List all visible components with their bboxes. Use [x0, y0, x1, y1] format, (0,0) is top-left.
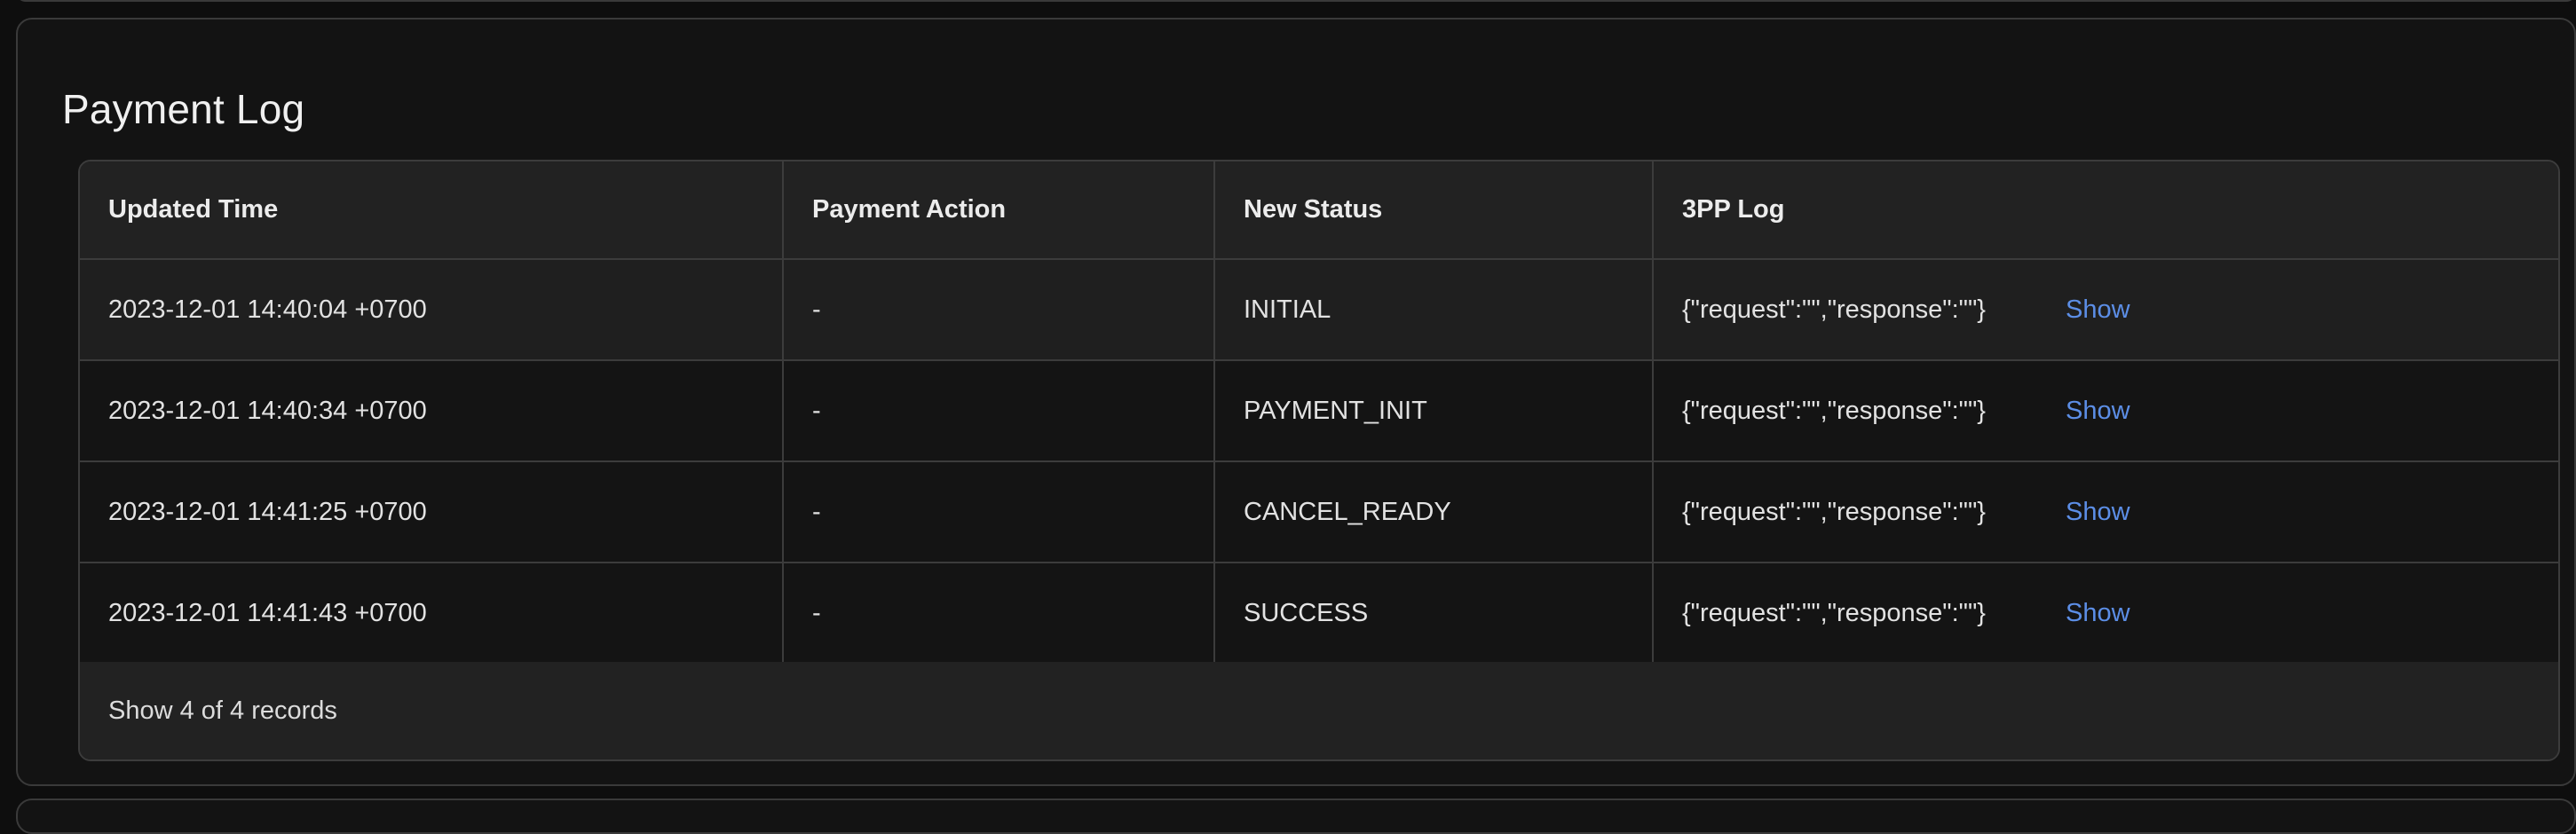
updated-time-cell: 2023-12-01 14:41:25 +0700: [80, 461, 784, 563]
next-card: [16, 799, 2576, 834]
log-text: {"request":"","response":""}: [1682, 396, 1986, 425]
table-row: 2023-12-01 14:41:43 +0700 - SUCCESS {"re…: [80, 563, 2558, 665]
payment-action-cell: -: [783, 461, 1215, 563]
show-log-link[interactable]: Show: [2066, 599, 2130, 627]
updated-time-cell: 2023-12-01 14:41:43 +0700: [80, 563, 784, 665]
column-header-3pp-log: 3PP Log: [1653, 161, 2558, 260]
show-log-link[interactable]: Show: [2066, 498, 2130, 526]
table-header-row: Updated Time Payment Action New Status 3…: [80, 161, 2558, 260]
page-title: Payment Log: [62, 86, 305, 132]
log-text: {"request":"","response":""}: [1682, 598, 1986, 627]
table-row: 2023-12-01 14:40:04 +0700 - INITIAL {"re…: [80, 259, 2558, 361]
table-row: 2023-12-01 14:41:25 +0700 - CANCEL_READY…: [80, 461, 2558, 563]
log-cell: {"request":"","response":""} Show: [1653, 360, 2558, 462]
payment-log-table: Updated Time Payment Action New Status 3…: [78, 160, 2560, 761]
new-status-cell: CANCEL_READY: [1214, 461, 1654, 563]
show-log-link[interactable]: Show: [2066, 295, 2130, 324]
previous-card: [16, 0, 2576, 2]
show-log-link[interactable]: Show: [2066, 397, 2130, 425]
payment-action-cell: -: [783, 259, 1215, 361]
payment-log-card: Payment Log Updated Time Payment Action …: [16, 18, 2576, 786]
table-row: 2023-12-01 14:40:34 +0700 - PAYMENT_INIT…: [80, 360, 2558, 462]
log-text: {"request":"","response":""}: [1682, 497, 1986, 526]
table-footer: Show 4 of 4 records: [80, 662, 2558, 759]
updated-time-cell: 2023-12-01 14:40:04 +0700: [80, 259, 784, 361]
column-header-updated-time: Updated Time: [80, 161, 784, 260]
record-count: Show 4 of 4 records: [108, 696, 337, 725]
log-cell: {"request":"","response":""} Show: [1653, 563, 2558, 665]
payment-action-cell: -: [783, 563, 1215, 665]
column-header-new-status: New Status: [1214, 161, 1654, 260]
payment-action-cell: -: [783, 360, 1215, 462]
log-text: {"request":"","response":""}: [1682, 295, 1986, 324]
new-status-cell: SUCCESS: [1214, 563, 1654, 665]
column-header-payment-action: Payment Action: [783, 161, 1215, 260]
new-status-cell: INITIAL: [1214, 259, 1654, 361]
updated-time-cell: 2023-12-01 14:40:34 +0700: [80, 360, 784, 462]
new-status-cell: PAYMENT_INIT: [1214, 360, 1654, 462]
log-cell: {"request":"","response":""} Show: [1653, 259, 2558, 361]
log-cell: {"request":"","response":""} Show: [1653, 461, 2558, 563]
